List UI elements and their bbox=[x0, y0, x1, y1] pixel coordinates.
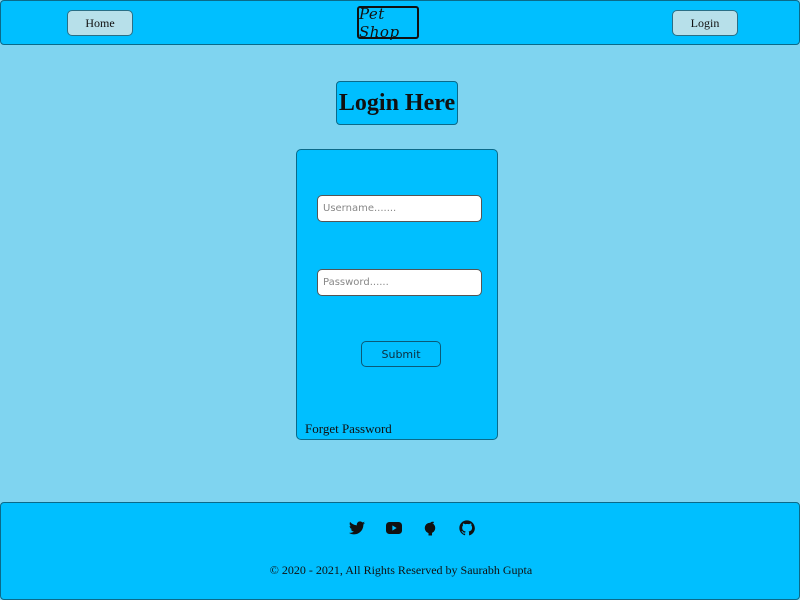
github-icon[interactable] bbox=[457, 518, 477, 538]
logo[interactable]: Pet Shop bbox=[357, 5, 419, 41]
twitter-icon[interactable] bbox=[347, 518, 367, 538]
page-title-box: Login Here bbox=[336, 81, 458, 125]
facebook-icon[interactable] bbox=[420, 518, 440, 538]
page-title: Login Here bbox=[338, 89, 456, 116]
forget-password-link[interactable]: Forget Password bbox=[305, 421, 392, 437]
copyright-text: © 2020 - 2021, All Rights Reserved by Sa… bbox=[269, 563, 533, 577]
submit-button[interactable]: Submit bbox=[361, 341, 441, 367]
password-input[interactable] bbox=[317, 269, 482, 296]
login-button[interactable]: Login bbox=[672, 10, 738, 36]
navbar: Home Pet Shop Login bbox=[0, 0, 800, 45]
username-input[interactable] bbox=[317, 195, 482, 222]
login-form: Submit Forget Password bbox=[296, 149, 498, 440]
social-links bbox=[347, 517, 477, 539]
footer: © 2020 - 2021, All Rights Reserved by Sa… bbox=[0, 502, 800, 600]
youtube-icon[interactable] bbox=[384, 518, 404, 538]
home-button[interactable]: Home bbox=[67, 10, 133, 36]
